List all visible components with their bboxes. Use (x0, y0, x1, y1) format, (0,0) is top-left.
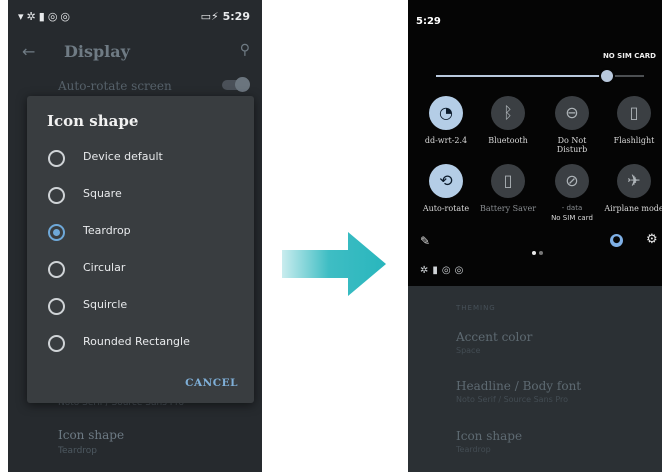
bluetooth-icon[interactable]: ᛒ (491, 96, 525, 130)
left-phone-screen: ▾✲▮◎◎ ▭⚡ 5:29 ← Display ⚲ Auto-rotate sc… (8, 0, 262, 472)
option-label: Squircle (83, 298, 128, 311)
no-sim-icon[interactable]: ⊘ (555, 164, 589, 198)
do-not-disturb-icon[interactable]: ⊖ (555, 96, 589, 130)
tile-label: Airplane mode (604, 204, 662, 213)
vpn-icon: ◎ (60, 10, 74, 23)
icon-shape-row-value: Teardrop (58, 446, 97, 456)
row-title: Accent color (456, 330, 533, 344)
wifi-icon: ▾ (18, 10, 27, 23)
radio-button[interactable] (48, 298, 65, 315)
clock: 5:29 (416, 16, 441, 27)
option-label: Circular (83, 261, 126, 274)
quick-settings-panel: 5:29 NO SIM CARD ◔ dd-wrt-2.4 ᛒ Bluetoot… (408, 0, 662, 286)
option-label: Teardrop (83, 224, 131, 237)
charging-icon: ⚡ (211, 10, 219, 23)
auto-rotate-toggle[interactable] (222, 77, 250, 92)
status-icons: ▾✲▮◎◎ (18, 10, 73, 23)
radio-button[interactable] (48, 335, 65, 352)
tile-label: dd-wrt-2.4 (424, 136, 468, 145)
radio-button[interactable] (48, 150, 65, 167)
airplane-icon[interactable]: ✈ (617, 164, 651, 198)
tile-label: - data (561, 204, 583, 212)
option-label: Square (83, 187, 122, 200)
tile-label: Flashlight (613, 136, 655, 145)
settings-behind-panel: THEMING Accent color Space Headline / Bo… (408, 286, 662, 472)
page-indicator (532, 240, 546, 259)
battery-icon[interactable]: ▯ (491, 164, 525, 198)
option-teardrop[interactable]: Teardrop (43, 218, 243, 248)
icon-shape-row-title[interactable]: Icon shape (58, 428, 124, 442)
status-right: ▭⚡ 5:29 (201, 10, 250, 23)
carrier-label: NO SIM CARD (602, 52, 656, 60)
back-arrow-icon[interactable]: ← (22, 42, 35, 61)
flashlight-icon[interactable]: ▯ (617, 96, 651, 130)
auto-rotate-row[interactable]: Auto-rotate screen (58, 79, 172, 93)
option-square[interactable]: Square (43, 181, 243, 211)
option-squircle[interactable]: Squircle (43, 292, 243, 322)
row-title: Icon shape (456, 429, 523, 443)
cancel-button[interactable]: CANCEL (185, 377, 238, 389)
row-value: Space (456, 346, 481, 355)
tile-label: Bluetooth (488, 136, 528, 145)
radio-button-selected[interactable] (48, 224, 65, 241)
tile-label: Do Not Disturb (556, 136, 588, 154)
right-phone-screen: 5:29 NO SIM CARD ◔ dd-wrt-2.4 ᛒ Bluetoot… (408, 0, 662, 472)
brightness-fill (436, 75, 607, 77)
auto-rotate-icon[interactable]: ⟲ (429, 164, 463, 198)
user-avatar-icon[interactable]: ● (610, 234, 623, 247)
row-value: Noto Serif / Source Sans Pro (456, 395, 569, 404)
app-bar: ← Display ⚲ (8, 36, 262, 70)
dialog-title: Icon shape (47, 112, 139, 130)
option-label: Rounded Rectangle (83, 335, 190, 348)
battery-icon: ▭ (200, 10, 212, 23)
icon-shape-dialog: Icon shape Device default Square Teardro… (27, 96, 254, 403)
font-row[interactable]: Headline / Body font Noto Serif / Source… (456, 379, 581, 404)
row-title: Headline / Body font (456, 379, 582, 393)
brightness-slider[interactable] (436, 68, 644, 84)
page-title: Display (64, 42, 130, 61)
notification-icons: ✲▮◎◎ (420, 265, 468, 276)
radio-button[interactable] (48, 187, 65, 204)
settings-gear-icon[interactable]: ⚙ (646, 232, 658, 247)
icon-shape-row[interactable]: Icon shape Teardrop (456, 429, 522, 454)
row-value: Teardrop (456, 445, 491, 454)
transition-arrow-icon (282, 232, 386, 296)
option-circular[interactable]: Circular (43, 255, 243, 285)
brightness-knob[interactable] (598, 68, 615, 84)
tile-sublabel: No SIM card (551, 214, 593, 222)
tile-label: Battery Saver (479, 204, 537, 213)
radio-button[interactable] (48, 261, 65, 278)
wifi-icon[interactable]: ◔ (429, 96, 463, 130)
tile-label: Auto-rotate (422, 204, 470, 213)
accent-color-row[interactable]: Accent color Space (456, 330, 532, 355)
battery-saver-icon: ▮ (38, 10, 48, 23)
search-icon[interactable]: ⚲ (240, 42, 250, 58)
clock: 5:29 (222, 10, 250, 23)
section-header: THEMING (456, 304, 496, 312)
option-device-default[interactable]: Device default (43, 144, 243, 174)
edit-pencil-icon[interactable]: ✎ (420, 234, 430, 248)
status-bar: ▾✲▮◎◎ ▭⚡ 5:29 (8, 0, 262, 36)
gear-icon: ✲ (26, 10, 39, 23)
data-saver-icon: ◎ (47, 10, 61, 23)
option-label: Device default (83, 150, 163, 163)
option-rounded-rectangle[interactable]: Rounded Rectangle (43, 329, 243, 359)
